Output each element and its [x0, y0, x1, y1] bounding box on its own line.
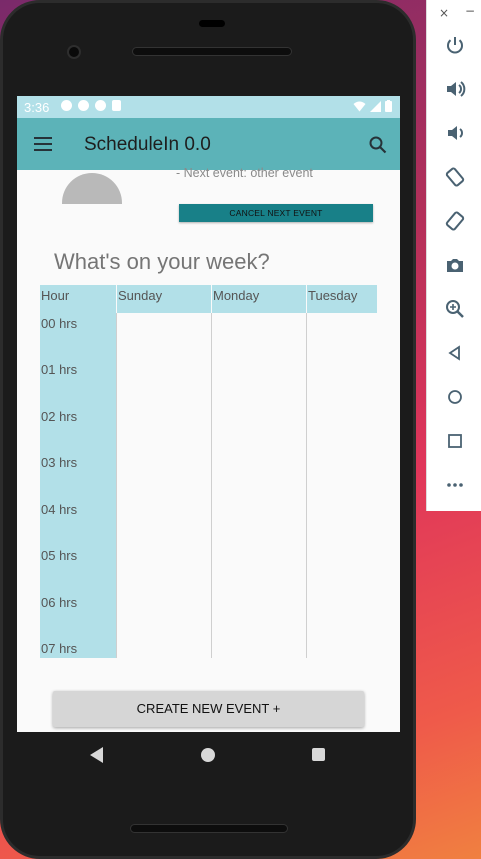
hour-label: 05 hrs	[41, 548, 78, 563]
earpiece-speaker	[132, 47, 292, 56]
rotate-left-icon[interactable]	[444, 166, 466, 188]
signal-icon	[370, 100, 381, 112]
rotate-right-icon[interactable]	[444, 210, 466, 232]
nav-back-icon[interactable]	[90, 747, 104, 763]
nav-home-icon[interactable]	[201, 748, 215, 762]
zoom-icon[interactable]	[444, 298, 466, 320]
create-new-event-button[interactable]: CREATE NEW EVENT +	[53, 691, 364, 727]
more-icon[interactable]	[444, 474, 466, 496]
search-icon[interactable]	[368, 135, 388, 155]
power-icon[interactable]	[444, 34, 466, 56]
hour-label: 06 hrs	[41, 595, 78, 610]
status-time: 3:36	[24, 100, 50, 115]
column-header-sunday: Sunday	[116, 285, 211, 313]
system-status-icons	[353, 100, 392, 112]
sync-notification-icon	[95, 100, 106, 111]
notification-icons	[61, 100, 121, 114]
column-header-tuesday: Tuesday	[306, 285, 377, 313]
hour-label: 03 hrs	[41, 455, 78, 470]
tuesday-column-divider	[306, 313, 307, 658]
hour-label: 07 hrs	[41, 641, 78, 656]
cancel-next-event-button[interactable]: CANCEL NEXT EVENT	[179, 204, 373, 222]
volume-down-icon[interactable]	[444, 122, 466, 144]
battery-icon	[385, 100, 392, 112]
settings-notification-icon	[61, 100, 72, 111]
app-screen: 3:36 ScheduleIn 0.0 - Next event: other …	[17, 96, 400, 732]
wifi-icon	[353, 101, 366, 111]
bottom-speaker	[130, 824, 288, 833]
hour-label: 04 hrs	[41, 502, 78, 517]
column-header-hour: Hour	[40, 285, 116, 313]
emulator-toolbar: × −	[426, 0, 481, 511]
monday-column-divider	[211, 313, 212, 658]
avatar	[62, 173, 122, 204]
week-heading: What's on your week?	[54, 249, 270, 274]
camera-icon[interactable]	[444, 254, 466, 276]
back-icon[interactable]	[444, 342, 466, 364]
emulator-window-controls: × −	[427, 4, 481, 20]
hour-label: 00 hrs	[41, 316, 78, 331]
hour-label: 01 hrs	[41, 362, 78, 377]
sunday-column-divider	[116, 313, 117, 658]
app-bar: ScheduleIn 0.0	[17, 118, 400, 170]
nav-recents-icon[interactable]	[312, 748, 325, 761]
overview-icon[interactable]	[444, 430, 466, 452]
column-header-monday: Monday	[211, 285, 306, 313]
android-nav-bar	[17, 732, 400, 778]
front-camera	[67, 45, 81, 59]
status-bar: 3:36	[17, 96, 400, 118]
close-window-button[interactable]: ×	[439, 6, 449, 20]
phone-sensor	[199, 20, 225, 27]
hour-label: 02 hrs	[41, 409, 78, 424]
play-notification-icon	[78, 100, 89, 111]
week-grid: Hour Sunday Monday Tuesday 00 hrs 01 hrs…	[40, 285, 377, 658]
volume-up-icon[interactable]	[444, 78, 466, 100]
minimize-window-button[interactable]: −	[465, 4, 475, 18]
app-title: ScheduleIn 0.0	[84, 134, 211, 155]
next-event-text: - Next event: other event	[176, 166, 313, 180]
home-icon[interactable]	[444, 386, 466, 408]
menu-icon[interactable]	[34, 137, 52, 151]
sd-card-icon	[112, 100, 121, 111]
